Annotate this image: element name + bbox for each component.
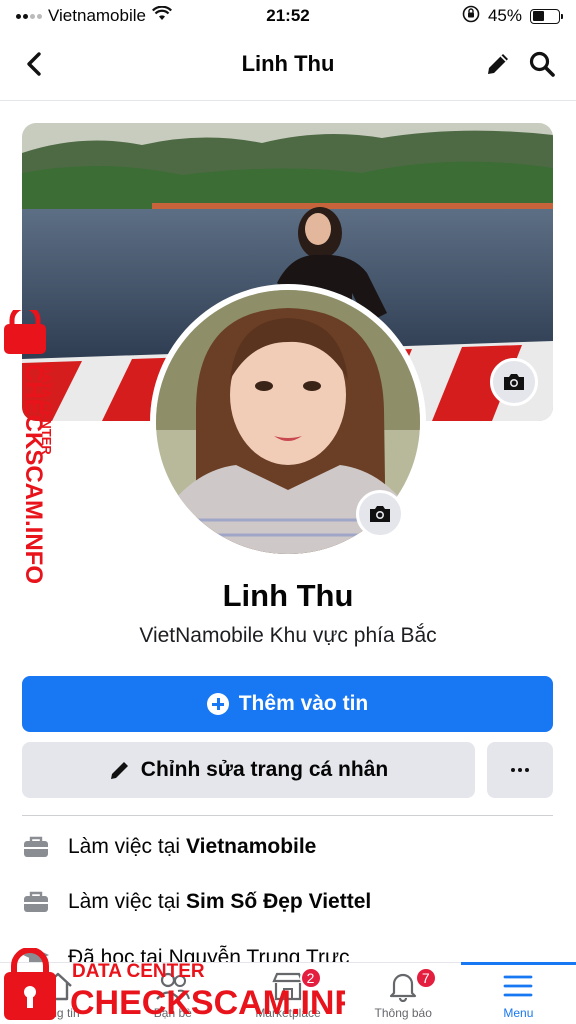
camera-icon xyxy=(504,374,524,390)
avatar-camera-button[interactable] xyxy=(356,490,404,538)
profile-name: Linh Thu xyxy=(222,578,354,613)
search-icon xyxy=(529,51,555,77)
status-left: Vietnamobile xyxy=(16,5,216,26)
battery-fill xyxy=(532,11,544,21)
detail-prefix: Làm việc tại xyxy=(68,890,181,913)
status-bar: Vietnamobile 21:52 45% xyxy=(0,0,576,32)
watermark-side: CHECKSCAM.INFO DATA CENTER xyxy=(2,304,64,590)
briefcase-icon xyxy=(22,833,50,861)
tab-notifications[interactable]: 7 Thông báo xyxy=(346,963,461,1024)
edit-profile-label: Chỉnh sửa trang cá nhân xyxy=(140,758,389,781)
detail-value: Sim Số Đẹp Viettel xyxy=(186,890,372,913)
status-right: 45% xyxy=(360,5,563,28)
carrier-name: Vietnamobile xyxy=(48,6,146,25)
orientation-lock-icon xyxy=(462,5,480,28)
tab-menu[interactable]: Menu xyxy=(460,962,576,1024)
battery-percent: 45% xyxy=(487,6,522,25)
notifications-badge: 7 xyxy=(414,967,437,989)
detail-value: Vietnamobile xyxy=(186,835,317,858)
status-time: 21:52 xyxy=(266,6,310,25)
watermark-bottom-main: CHECKSCAM.INFO xyxy=(70,984,345,1022)
menu-icon xyxy=(500,968,536,1004)
tab-label: Menu xyxy=(503,1006,534,1020)
edit-profile-button[interactable]: Chỉnh sửa trang cá nhân xyxy=(22,742,475,798)
detail-prefix: Làm việc tại xyxy=(68,835,181,858)
detail-work-2[interactable]: Làm việc tại Sim Số Đẹp Viettel xyxy=(22,884,553,920)
briefcase-icon xyxy=(22,888,50,916)
more-dots-icon xyxy=(511,768,529,772)
nav-bar: Linh Thu xyxy=(0,36,576,92)
cover-camera-button[interactable] xyxy=(490,358,538,406)
section-divider xyxy=(22,815,553,816)
detail-work-1[interactable]: Làm việc tại Vietnamobile xyxy=(22,829,553,865)
camera-icon xyxy=(370,506,390,522)
plus-circle-icon xyxy=(206,693,229,715)
watermark-bottom: DATA CENTER CHECKSCAM.INFO xyxy=(0,947,382,1024)
pencil-icon xyxy=(110,762,128,779)
tab-label: Thông báo xyxy=(374,1006,432,1020)
back-button[interactable] xyxy=(18,48,50,80)
add-to-story-button[interactable]: Thêm vào tin xyxy=(22,676,553,732)
edit-button[interactable] xyxy=(482,48,514,80)
pencil-icon xyxy=(488,54,508,74)
watermark-bottom-top: DATA CENTER xyxy=(72,961,205,982)
more-options-button[interactable] xyxy=(487,742,553,798)
header-divider xyxy=(0,100,576,101)
watermark-side-top: DATA CENTER xyxy=(39,364,54,455)
page-title: Linh Thu xyxy=(241,51,335,76)
chevron-left-icon xyxy=(27,52,41,76)
search-button[interactable] xyxy=(526,48,558,80)
profile-bio: VietNamobile Khu vực phía Bắc xyxy=(139,624,437,647)
battery-icon xyxy=(530,8,563,24)
signal-strength-icon xyxy=(16,13,42,19)
wifi-icon xyxy=(152,5,172,26)
add-to-story-label: Thêm vào tin xyxy=(238,692,369,715)
